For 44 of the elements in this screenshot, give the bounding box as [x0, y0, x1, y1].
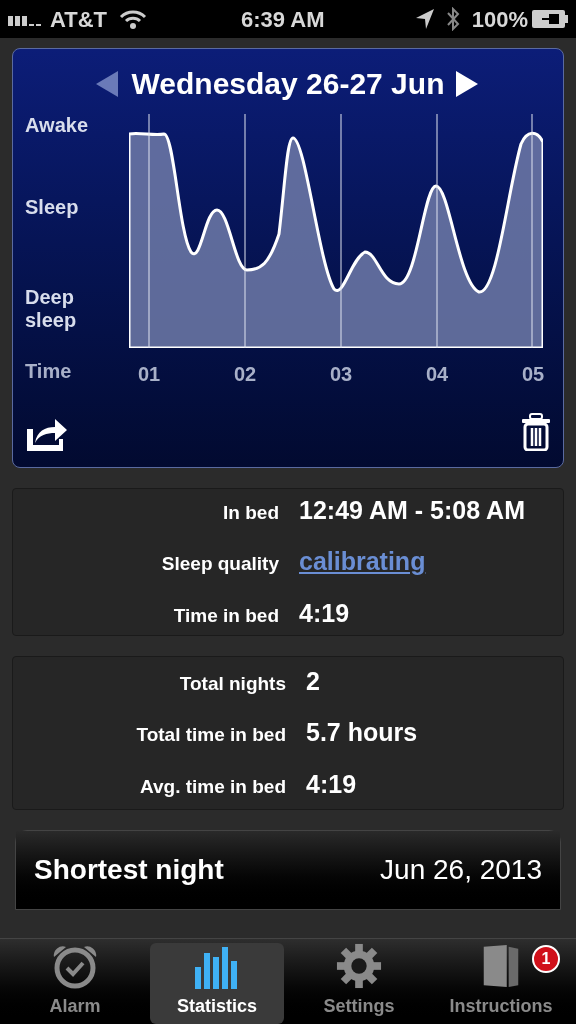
stat-label: Avg. time in bed — [138, 774, 286, 799]
clock-time: 6:39 AM — [241, 5, 325, 34]
stat-value: 4:19 — [299, 597, 350, 629]
bluetooth-icon — [445, 7, 460, 31]
tab-bar-item[interactable]: Settings — [292, 943, 426, 1024]
stat-value: 2 — [306, 665, 320, 697]
tab-bar-item[interactable]: Alarm — [8, 943, 142, 1024]
battery-icon — [532, 10, 568, 28]
y-axis-label: Sleep — [25, 196, 80, 219]
carrier-name: AT&T — [50, 5, 108, 34]
x-axis-label: 05 — [521, 362, 545, 387]
location-arrow-icon — [415, 9, 434, 29]
stat-label: In bed — [222, 500, 279, 525]
y-axis-label: Awake — [25, 114, 89, 137]
stat-value: 4:19 — [306, 768, 357, 800]
record-title: Shortest night — [34, 853, 224, 887]
left-triangle-icon — [95, 70, 118, 97]
wifi-icon — [119, 9, 148, 29]
delete-button[interactable] — [521, 413, 551, 451]
book-icon — [481, 943, 521, 989]
x-axis-label: 01 — [137, 362, 161, 387]
stat-value: 12:49 AM - 5:08 AM — [299, 494, 525, 526]
gear-icon — [335, 943, 383, 989]
stat-label: Total nights — [178, 671, 286, 696]
share-button[interactable] — [25, 417, 67, 451]
trash-icon — [521, 413, 551, 451]
x-axis-label: 02 — [233, 362, 257, 387]
tab-bar-item[interactable]: Instructions 1 — [434, 943, 568, 1024]
stat-value: 5.7 hours — [306, 717, 418, 749]
x-axis-label: 03 — [329, 362, 353, 387]
date-title: Wednesday 26-27 Jun — [131, 66, 445, 102]
y-axis-label: Deep sleep — [25, 286, 78, 332]
stat-label: Total time in bed — [135, 723, 286, 748]
tab-bar-item[interactable]: Statistics — [150, 943, 284, 1024]
x-axis-title: Time — [25, 359, 73, 384]
record-date: Jun 26, 2013 — [380, 853, 542, 887]
share-icon — [25, 417, 67, 451]
notification-badge: 1 — [532, 945, 560, 973]
right-triangle-icon — [456, 70, 479, 97]
stat-label: Sleep quality — [160, 552, 279, 577]
x-axis-label: 04 — [425, 362, 449, 387]
battery-percent: 100% — [471, 5, 528, 34]
stat-label: Time in bed — [172, 603, 279, 628]
sleep-quality-link[interactable]: calibrating — [299, 543, 426, 581]
